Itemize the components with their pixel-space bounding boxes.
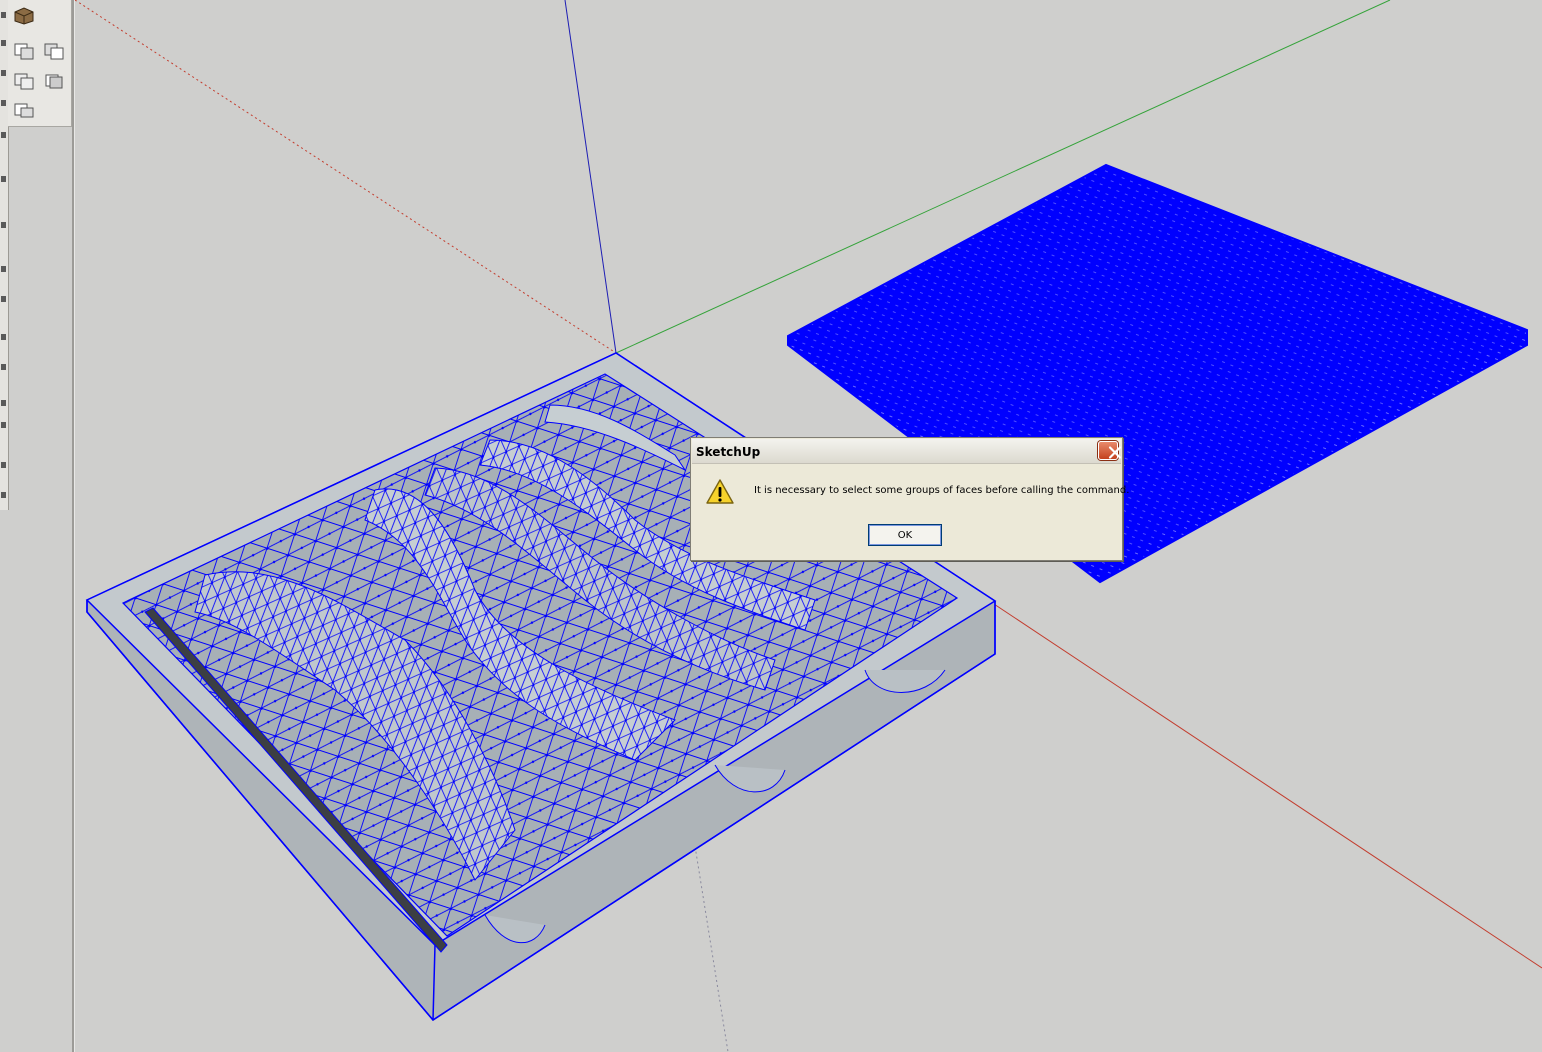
warning-icon	[705, 478, 735, 506]
tool-marker[interactable]	[1, 364, 6, 370]
union-faces-icon[interactable]	[12, 70, 36, 92]
outer-shell-icon[interactable]	[12, 100, 36, 122]
tool-marker[interactable]	[1, 70, 6, 76]
tool-marker[interactable]	[1, 40, 6, 46]
tool-marker[interactable]	[1, 334, 6, 340]
tool-marker[interactable]	[1, 222, 6, 228]
tool-marker[interactable]	[1, 462, 6, 468]
tool-marker[interactable]	[1, 132, 6, 138]
close-button[interactable]	[1098, 441, 1122, 460]
dialog-titlebar[interactable]: SketchUp	[692, 439, 1122, 464]
sketchup-window: SketchUp It is necessary to select some …	[0, 0, 1542, 1052]
tool-marker[interactable]	[1, 100, 6, 106]
tool-marker[interactable]	[1, 422, 6, 428]
tool-marker[interactable]	[1, 296, 6, 302]
dialog-title: SketchUp	[696, 445, 761, 459]
component-icon[interactable]	[12, 4, 36, 26]
tool-marker[interactable]	[1, 492, 6, 498]
tool-marker[interactable]	[1, 400, 6, 406]
blue-axis	[564, 0, 617, 354]
split-faces-icon[interactable]	[42, 70, 66, 92]
ok-button[interactable]: OK	[868, 524, 942, 546]
tool-marker[interactable]	[1, 176, 6, 182]
close-icon	[1108, 446, 1122, 459]
tool-marker[interactable]	[1, 12, 6, 18]
red-axis	[75, 0, 617, 354]
tool-marker[interactable]	[1, 266, 6, 272]
intersect-faces-icon[interactable]	[12, 40, 36, 62]
solid-tools-toolbar	[8, 0, 72, 127]
alert-dialog: SketchUp It is necessary to select some …	[690, 437, 1129, 561]
dialog-message: It is necessary to select some groups of…	[754, 485, 1130, 496]
subtract-faces-icon[interactable]	[42, 40, 66, 62]
